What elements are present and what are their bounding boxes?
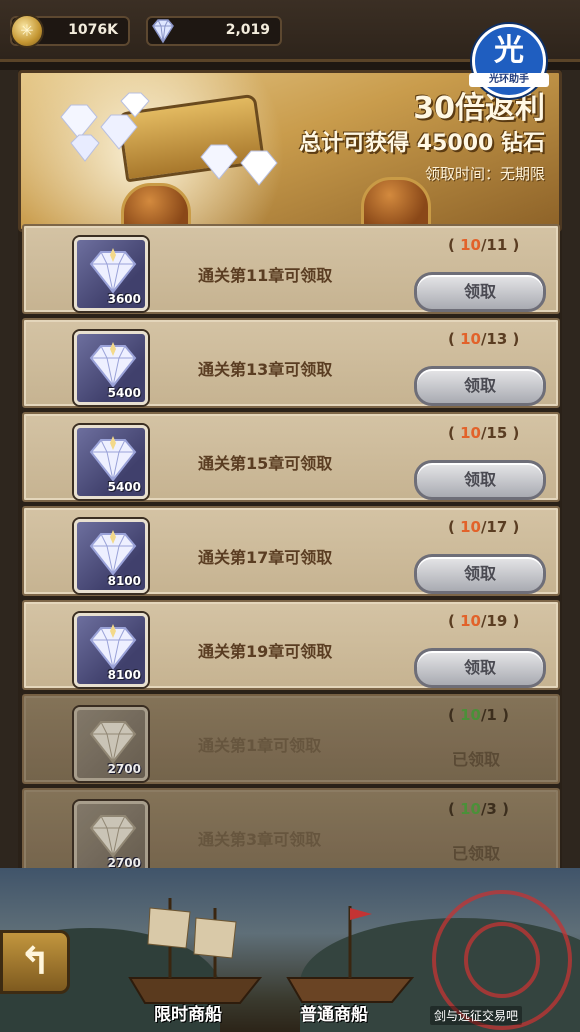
gem-value: 2,019: [225, 22, 270, 38]
gold-coin-icon: ✳: [10, 14, 44, 48]
reward-amount: 8100: [107, 574, 141, 588]
reward-row: 5400 通关第13章可领取 ( 10/13 ) 领取: [22, 318, 560, 408]
reward-condition: 通关第1章可领取: [198, 736, 322, 755]
reward-amount: 2700: [107, 762, 141, 776]
reward-progress: ( 10/11 ): [448, 236, 520, 254]
diamond-icon: [148, 16, 178, 46]
rebate-banner: 30倍返利 总计可获得 45000 钻石 领取时间：无期限: [18, 70, 562, 232]
logo-glyph: 光: [494, 33, 524, 68]
reward-progress: ( 10/3 ): [448, 800, 509, 818]
claim-button[interactable]: 领取: [414, 366, 546, 406]
reward-row-claimed: 2700 通关第1章可领取 ( 10/1 ) 已领取: [22, 694, 560, 784]
reward-list[interactable]: 3600 通关第11章可领取 ( 10/11 ) 领取 5400 通关第13章可…: [22, 222, 560, 868]
merchant-ship-icon: [128, 898, 263, 1004]
diamond-reward-icon: 8100: [74, 613, 148, 687]
reward-condition: 通关第19章可领取: [198, 642, 333, 661]
reward-condition: 通关第11章可领取: [198, 266, 333, 285]
banner-total: 总计可获得 45000 钻石: [299, 131, 545, 156]
diamond-reward-icon: 2700: [74, 801, 148, 868]
reward-condition: 通关第15章可领取: [198, 454, 333, 473]
reward-row: 5400 通关第15章可领取 ( 10/15 ) 领取: [22, 412, 560, 502]
reward-progress: ( 10/1 ): [448, 706, 509, 724]
diamond-reward-icon: 5400: [74, 425, 148, 499]
reward-amount: 2700: [107, 856, 141, 868]
reward-row: 8100 通关第19章可领取 ( 10/19 ) 领取: [22, 600, 560, 690]
reward-condition: 通关第3章可领取: [198, 830, 322, 849]
claim-button[interactable]: 领取: [414, 272, 546, 312]
tab-normal-ship[interactable]: 普通商船: [300, 1000, 368, 1025]
gold-value: 1076K: [68, 22, 118, 38]
reward-amount: 8100: [107, 668, 141, 682]
reward-progress: ( 10/13 ): [448, 330, 520, 348]
tab-limited-ship[interactable]: 限时商船: [154, 1000, 222, 1025]
diamond-reward-icon: 2700: [74, 707, 148, 781]
claim-button[interactable]: 领取: [414, 554, 546, 594]
reward-row: 3600 通关第11章可领取 ( 10/11 ) 领取: [22, 224, 560, 314]
claim-button[interactable]: 领取: [414, 460, 546, 500]
reward-amount: 3600: [107, 292, 141, 306]
diamond-reward-icon: 3600: [74, 237, 148, 311]
reward-condition: 通关第13章可领取: [198, 360, 333, 379]
claimed-status: 已领取: [452, 750, 501, 769]
diamond-pile-icon: [200, 144, 278, 186]
banner-claim-time: 领取时间：无期限: [424, 165, 545, 183]
diamond-reward-icon: 8100: [74, 519, 148, 593]
app-logo: 光 光环助手: [469, 24, 549, 98]
reward-progress: ( 10/19 ): [448, 612, 520, 630]
watermark-text: 剑与远征交易吧: [430, 1006, 523, 1025]
reward-progress: ( 10/17 ): [448, 518, 520, 536]
back-button[interactable]: ↰: [0, 930, 70, 994]
diamond-pile-icon: [60, 92, 150, 162]
frame-right: [562, 70, 580, 870]
claim-button[interactable]: 领取: [414, 648, 546, 688]
reward-amount: 5400: [107, 480, 141, 494]
gem-counter: 2,019: [146, 16, 282, 46]
gold-counter: ✳ 1076K: [10, 14, 130, 48]
frame-left: [0, 70, 18, 870]
back-arrow-icon: ↰: [19, 939, 51, 983]
merchant-ship-icon: [286, 906, 415, 1003]
reward-row-claimed: 2700 通关第3章可领取 ( 10/3 ) 已领取: [22, 788, 560, 868]
logo-caption: 光环助手: [469, 73, 549, 87]
reward-condition: 通关第17章可领取: [198, 548, 333, 567]
reward-row: 8100 通关第17章可领取 ( 10/17 ) 领取: [22, 506, 560, 596]
watermark-stamp-inner: [464, 922, 540, 998]
reward-amount: 5400: [107, 386, 141, 400]
diamond-reward-icon: 5400: [74, 331, 148, 405]
reward-progress: ( 10/15 ): [448, 424, 520, 442]
claimed-status: 已领取: [452, 844, 501, 863]
